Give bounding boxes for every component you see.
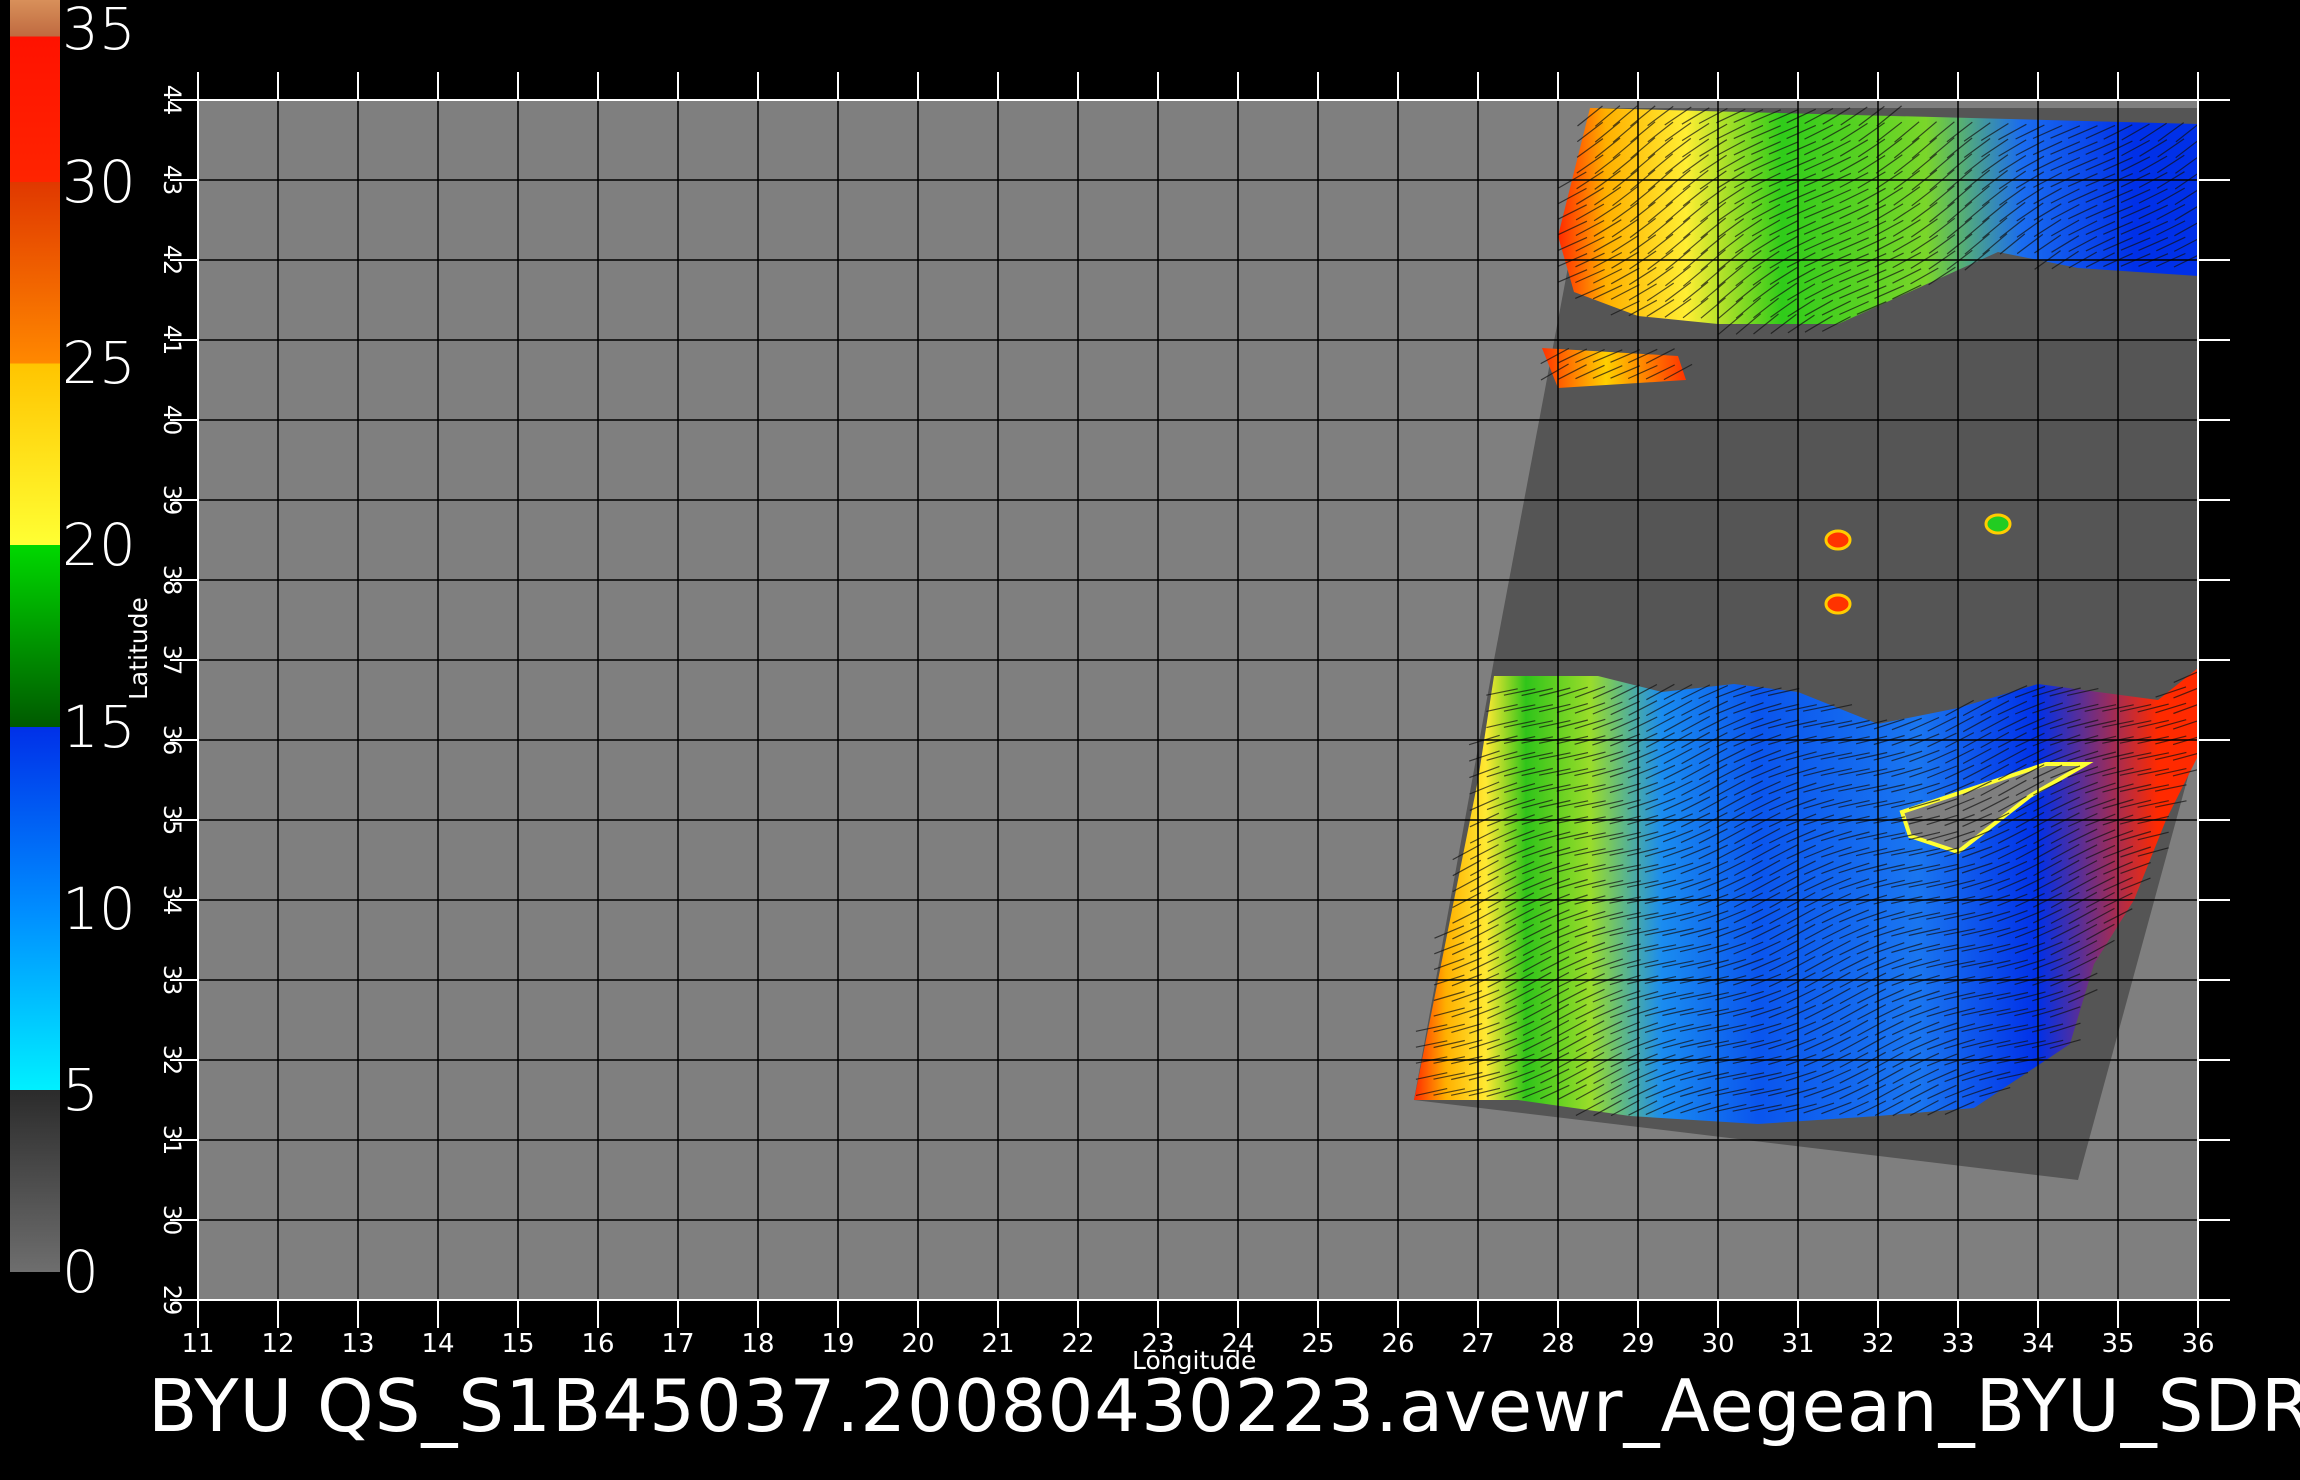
- x-tick-label: 19: [821, 1329, 854, 1359]
- x-tick-label: 25: [1301, 1329, 1334, 1359]
- x-tick-label: 18: [741, 1329, 774, 1359]
- y-tick-label: 40: [158, 405, 186, 436]
- y-tick-label: 38: [158, 565, 186, 596]
- y-tick-label: 37: [158, 645, 186, 676]
- y-tick-label: 42: [158, 245, 186, 276]
- x-tick-label: 16: [581, 1329, 614, 1359]
- y-tick-label: 44: [158, 85, 186, 116]
- y-tick-label: 33: [158, 965, 186, 996]
- colorbar-label: 25: [62, 329, 136, 398]
- y-tick-label: 35: [158, 805, 186, 836]
- island-wind-patch: [1824, 529, 1852, 551]
- x-tick-label: 22: [1061, 1329, 1094, 1359]
- island-wind-patch: [1984, 513, 2012, 535]
- x-tick-label: 36: [2181, 1329, 2214, 1359]
- colorbar-label: 0: [62, 1238, 99, 1306]
- x-tick-label: 14: [421, 1329, 454, 1359]
- x-tick-label: 12: [261, 1329, 294, 1359]
- colorbar-label: 5: [62, 1056, 99, 1125]
- y-tick-label: 36: [158, 725, 186, 756]
- x-tick-label: 32: [1861, 1329, 1894, 1359]
- island-wind-patch: [1824, 593, 1852, 615]
- x-tick-label: 31: [1781, 1329, 1814, 1359]
- x-tick-label: 34: [2021, 1329, 2054, 1359]
- y-tick-label: 43: [158, 165, 186, 196]
- y-tick-label: 32: [158, 1045, 186, 1076]
- image-title: BYU QS_S1B45037.20080430223.avewr_Aegean…: [148, 1364, 2300, 1448]
- colorbar-label: 30: [62, 147, 136, 216]
- x-tick-label: 30: [1701, 1329, 1734, 1359]
- x-tick-label: 15: [501, 1329, 534, 1359]
- x-tick-label: 29: [1621, 1329, 1654, 1359]
- x-tick-label: 35: [2101, 1329, 2134, 1359]
- colorbar: [10, 0, 60, 1272]
- colorbar-label: 10: [62, 874, 136, 943]
- x-tick-label: 11: [181, 1329, 214, 1359]
- colorbar-label: 35: [62, 0, 136, 63]
- x-tick-label: 28: [1541, 1329, 1574, 1359]
- x-tick-label: 27: [1461, 1329, 1494, 1359]
- y-tick-label: 30: [158, 1205, 186, 1236]
- y-tick-label: 31: [158, 1125, 186, 1156]
- y-tick-label: 29: [158, 1285, 186, 1316]
- y-tick-label: 34: [158, 885, 186, 916]
- y-axis-title: Latitude: [124, 597, 153, 700]
- x-tick-label: 13: [341, 1329, 374, 1359]
- y-tick-label: 41: [158, 325, 186, 356]
- x-tick-label: 26: [1381, 1329, 1414, 1359]
- y-tick-label: 39: [158, 485, 186, 516]
- x-tick-label: 33: [1941, 1329, 1974, 1359]
- x-tick-label: 21: [981, 1329, 1014, 1359]
- colorbar-label: 20: [62, 511, 136, 580]
- wind-map-figure: 11 12 13 14 15 16 17 18 19 20 21 22 23 24 25 26 27 28 29 30…: [10, 0, 2230, 1359]
- colorbar-label: 15: [62, 692, 136, 761]
- x-tick-label: 17: [661, 1329, 694, 1359]
- x-tick-label: 20: [901, 1329, 934, 1359]
